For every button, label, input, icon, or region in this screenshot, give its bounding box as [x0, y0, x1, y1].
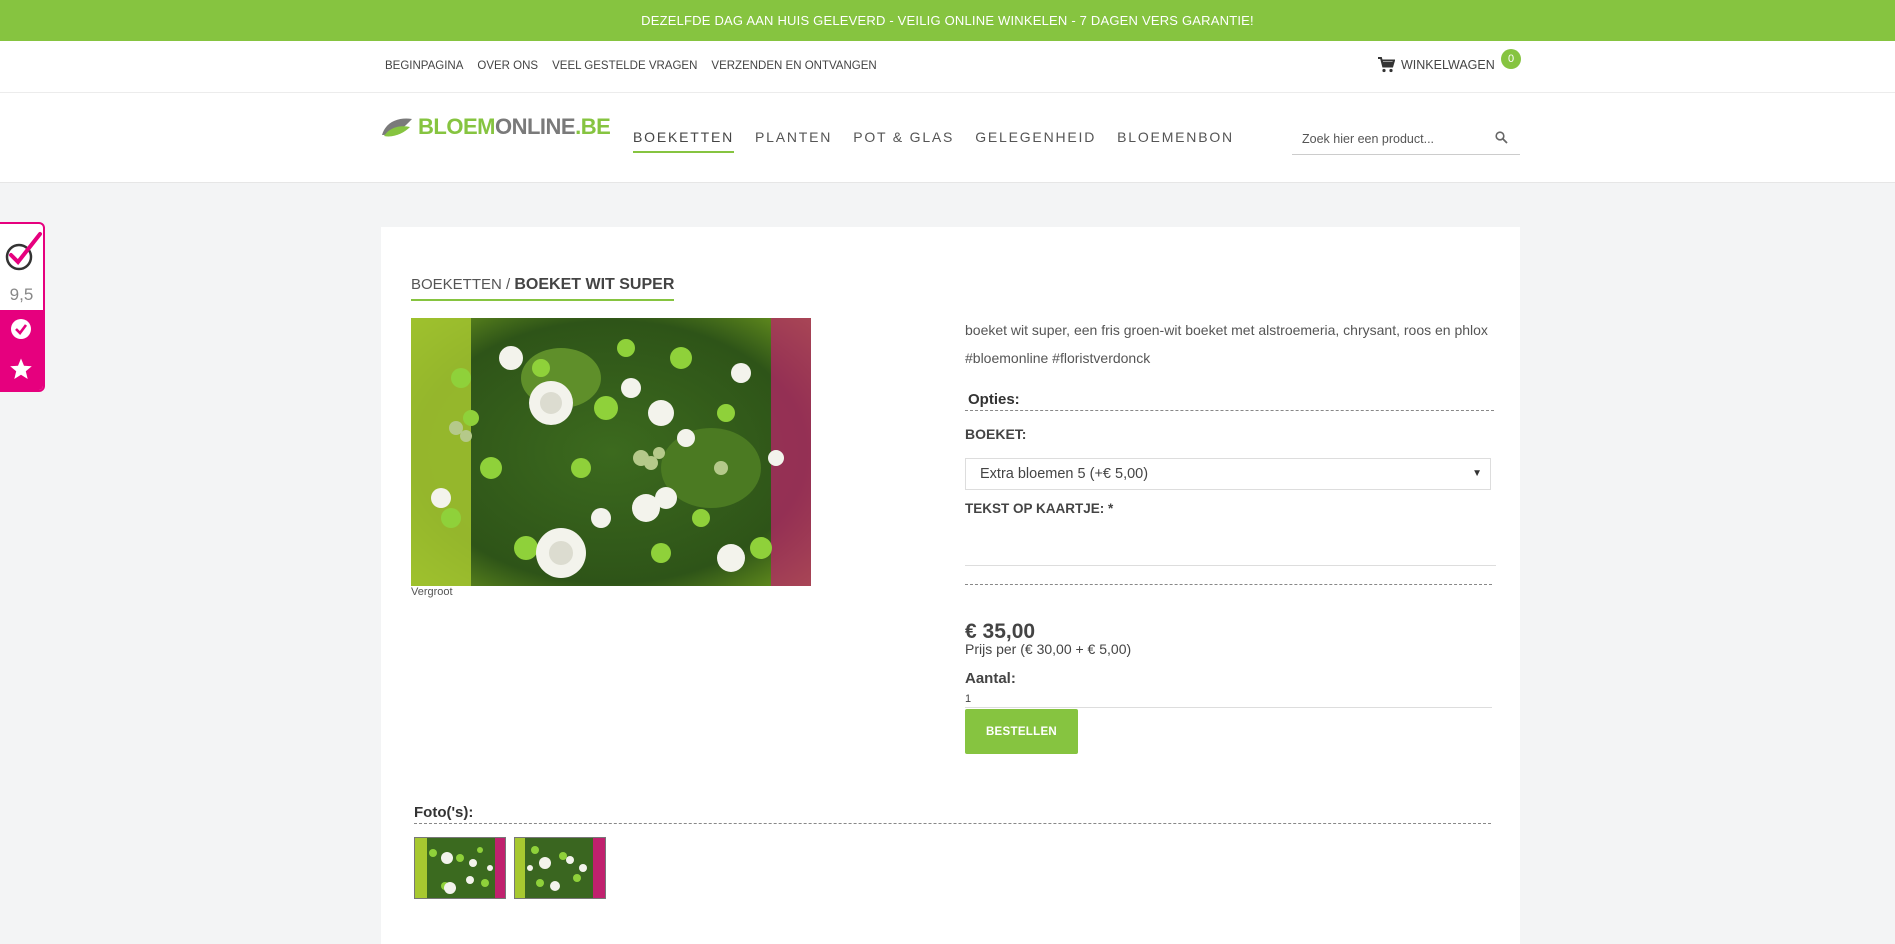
breadcrumb-separator: / — [501, 276, 515, 293]
photo-thumbnail[interactable] — [514, 837, 606, 899]
search-box — [1292, 123, 1520, 155]
boeket-label: BOEKET: — [965, 426, 1027, 442]
cart-count-badge: 0 — [1501, 49, 1521, 69]
top-link-shipping[interactable]: VERZENDEN EN ONTVANGEN — [711, 60, 876, 72]
top-links: BEGINPAGINA OVER ONS VEEL GESTELDE VRAGE… — [385, 60, 877, 72]
site-logo[interactable]: BLOEMONLINE.BE — [380, 114, 611, 140]
cart-icon — [1378, 57, 1395, 73]
options-heading: Opties: — [965, 391, 1494, 411]
quantity-input[interactable] — [965, 690, 1492, 708]
product-image[interactable] — [411, 318, 811, 586]
logo-text: BLOEMONLINE.BE — [418, 114, 611, 139]
bouquet-photo — [411, 318, 811, 586]
nav-bloemenbon[interactable]: BLOEMENBON — [1117, 129, 1234, 153]
dropdown-arrow-icon: ▼ — [1472, 468, 1482, 479]
promo-text: DEZELFDE DAG AAN HUIS GELEVERD - VEILIG … — [641, 13, 1254, 28]
breadcrumb: BOEKETTEN / BOEKET WIT SUPER — [411, 276, 675, 301]
nav-gelegenheid[interactable]: GELEGENHEID — [975, 129, 1096, 153]
boeket-select-value: Extra bloemen 5 (+€ 5,00) — [980, 466, 1149, 482]
review-score: 9,5 — [9, 285, 34, 304]
star-icon[interactable] — [9, 357, 33, 381]
product-description: boeket wit super, een fris groen-wit boe… — [965, 322, 1488, 366]
search-input[interactable] — [1292, 130, 1494, 147]
main-navigation: BOEKETTEN PLANTEN POT & GLAS GELEGENHEID… — [633, 129, 1234, 153]
cart-label: WINKELWAGEN — [1401, 58, 1495, 72]
options-divider — [965, 584, 1492, 585]
cart-link[interactable]: WINKELWAGEN 0 — [1377, 49, 1521, 73]
nav-pot-glas[interactable]: POT & GLAS — [853, 129, 954, 153]
card-text-input[interactable] — [965, 529, 1496, 566]
review-actions — [0, 310, 43, 390]
breadcrumb-parent[interactable]: BOEKETTEN — [411, 276, 502, 293]
order-button[interactable]: BESTELLEN — [965, 709, 1078, 754]
photos-heading: Foto('s): — [414, 804, 1491, 824]
photo-thumbnail[interactable] — [414, 837, 506, 899]
boeket-select[interactable]: Extra bloemen 5 (+€ 5,00) ▼ — [965, 458, 1491, 490]
product-card: BOEKETTEN / BOEKET WIT SUPER Vergroot bo… — [381, 227, 1520, 944]
thumbnail-photo — [415, 838, 505, 898]
promo-banner: DEZELFDE DAG AAN HUIS GELEVERD - VEILIG … — [0, 0, 1895, 41]
leaf-logo-icon — [382, 118, 412, 137]
card-text-label: TEKST OP KAARTJE: * — [965, 501, 1114, 516]
nav-planten[interactable]: PLANTEN — [755, 129, 832, 153]
quantity-label: Aantal: — [965, 670, 1016, 687]
nav-boeketten[interactable]: BOEKETTEN — [633, 129, 734, 153]
product-title: BOEKET WIT SUPER — [514, 276, 675, 293]
review-check-logo-icon — [5, 232, 42, 271]
search-icon[interactable] — [1495, 131, 1508, 144]
review-widget[interactable]: 9,5 — [0, 222, 45, 392]
top-link-home[interactable]: BEGINPAGINA — [385, 60, 463, 72]
top-navigation: BEGINPAGINA OVER ONS VEEL GESTELDE VRAGE… — [0, 41, 1895, 93]
top-link-about[interactable]: OVER ONS — [477, 60, 538, 72]
price-breakdown: Prijs per (€ 30,00 + € 5,00) — [965, 641, 1132, 657]
top-link-faq[interactable]: VEEL GESTELDE VRAGEN — [552, 60, 697, 72]
thumbnail-photo — [515, 838, 605, 898]
check-circle-icon[interactable] — [10, 318, 32, 340]
enlarge-link[interactable]: Vergroot — [411, 586, 453, 598]
site-header: BLOEMONLINE.BE BOEKETTEN PLANTEN POT & G… — [0, 93, 1895, 183]
